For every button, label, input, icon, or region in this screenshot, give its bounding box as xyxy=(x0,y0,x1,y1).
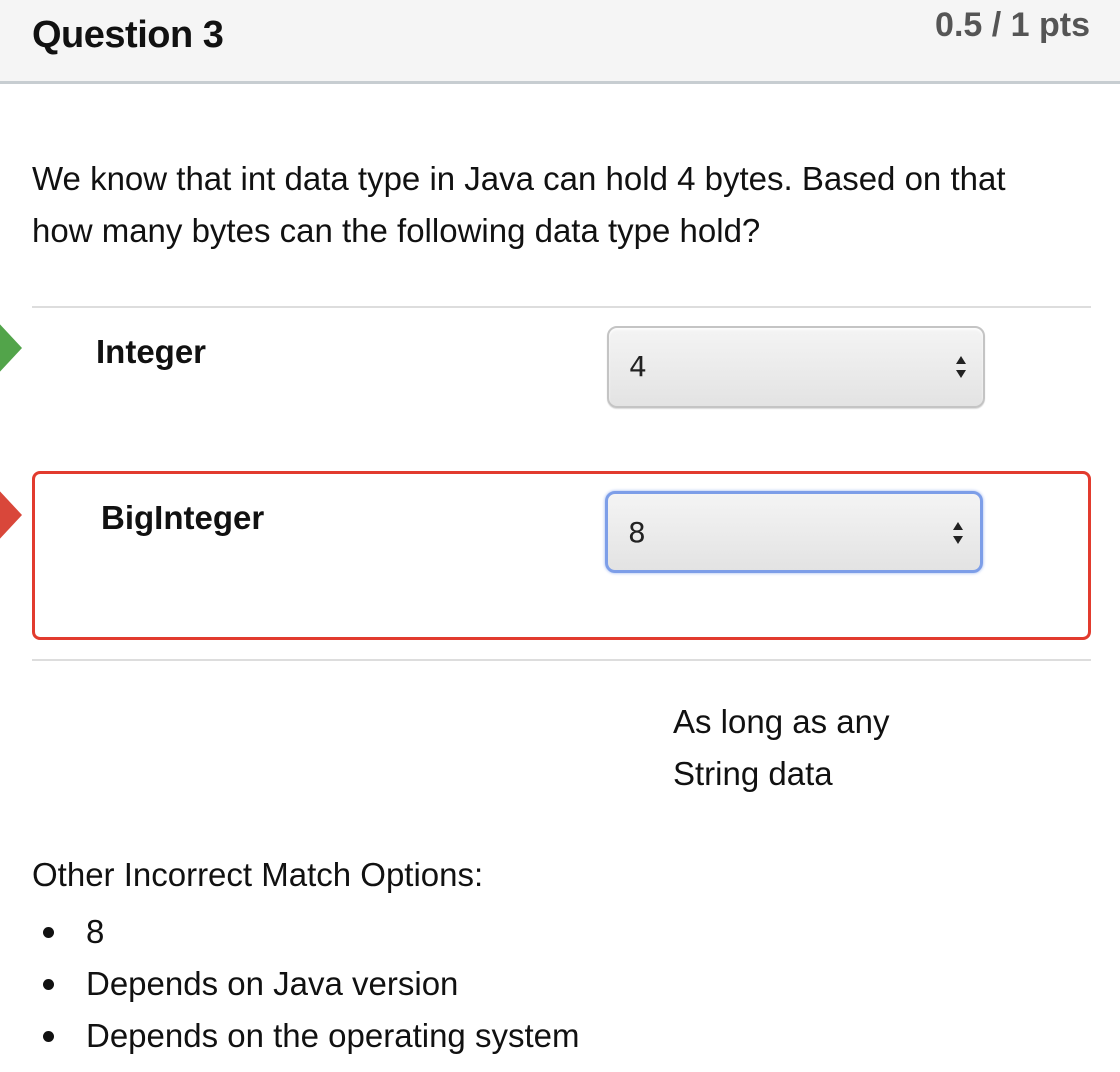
correct-answer-line: As long as any xyxy=(673,703,890,740)
question-text-line: how many bytes can the following data ty… xyxy=(32,212,761,249)
question-points: 0.5 / 1 pts xyxy=(935,6,1090,44)
correct-arrow-icon xyxy=(0,318,22,378)
select-value: 4 xyxy=(629,350,647,383)
list-item: Depends on Java version xyxy=(32,958,579,1010)
select-arrows-icon xyxy=(956,356,966,378)
incorrect-arrow-icon xyxy=(0,485,22,545)
other-options-title: Other Incorrect Match Options: xyxy=(32,856,484,893)
list-item-text: 8 xyxy=(86,913,105,950)
list-item: 8 xyxy=(32,906,579,958)
list-item-text: Depends on the operating system xyxy=(86,1017,580,1054)
bullet-icon xyxy=(43,979,54,990)
bottom-divider xyxy=(32,659,1091,661)
other-options-list: 8 Depends on Java version Depends on the… xyxy=(32,906,579,1062)
select-value: 8 xyxy=(628,516,646,549)
question-text-line: We know that int data type in Java can h… xyxy=(32,160,1006,197)
bullet-icon xyxy=(43,1031,54,1042)
correct-answer-text: As long as any String data xyxy=(673,696,973,800)
question-text: We know that int data type in Java can h… xyxy=(32,153,1082,257)
bullet-icon xyxy=(43,927,54,938)
question-header: Question 3 0.5 / 1 pts xyxy=(0,0,1120,84)
match-select-biginteger[interactable]: 8 xyxy=(605,491,983,573)
select-arrows-icon xyxy=(953,522,963,544)
match-label-integer: Integer xyxy=(96,333,207,370)
correct-answer-line: String data xyxy=(673,755,833,792)
top-divider xyxy=(32,306,1091,308)
list-item-text: Depends on Java version xyxy=(86,965,459,1002)
match-select-integer[interactable]: 4 xyxy=(607,326,985,408)
question-title: Question 3 xyxy=(32,14,224,56)
match-label-biginteger: BigInteger xyxy=(101,499,265,536)
list-item: Depends on the operating system xyxy=(32,1010,579,1062)
quiz-question-page: Question 3 0.5 / 1 pts We know that int … xyxy=(0,0,1120,1072)
